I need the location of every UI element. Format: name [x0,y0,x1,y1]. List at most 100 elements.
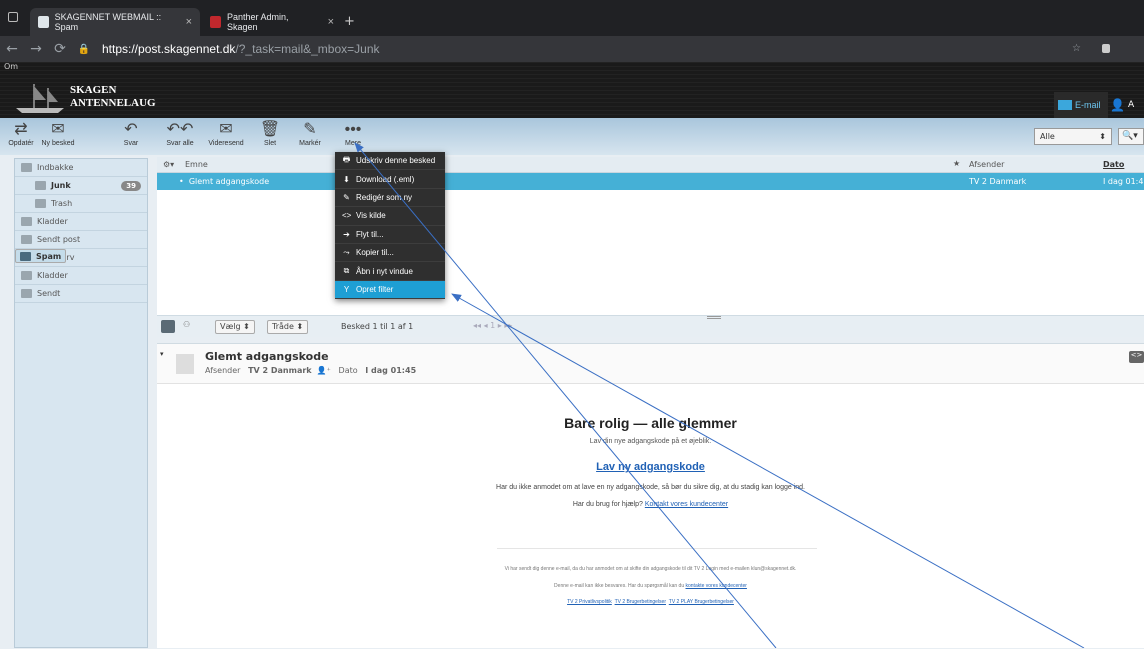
close-tab-icon[interactable]: × [328,16,334,28]
delete-button[interactable]: 🗑 Slet [258,120,282,147]
menu-copy-to[interactable]: ⤳ Kopier til... [335,244,445,263]
email-nav-tab[interactable]: E-mail [1054,92,1108,118]
pencil-icon: ✎ [343,192,350,202]
menu-download[interactable]: ⬇ Download (.eml) [335,170,445,189]
folder-junk[interactable]: Junk 39 [15,177,147,195]
terms-link[interactable]: TV 2 Brugerbetingelser [615,599,666,605]
footer-contact-link[interactable]: kontakte vores kundecenter [686,583,747,589]
col-date[interactable]: Dato [1103,160,1124,169]
message-row[interactable]: • Glemt adgangskode TV 2 Danmark I dag 0… [157,173,1144,190]
webmail-favicon-icon [38,16,49,28]
filter-select[interactable]: Alle ⬍ [1034,128,1112,145]
search-icon: 🔍▾ [1122,131,1138,141]
filter-icon: Y [343,284,350,294]
pencil-icon: ✎ [303,121,317,138]
forward-label: Videresend [208,140,244,147]
new-window-icon: ⧉ [343,266,350,276]
reply-button[interactable]: ↶ Svar [116,120,146,147]
more-button[interactable]: ••• Mere [340,120,366,147]
select-label: Vælg [220,322,241,331]
tab-panther-admin[interactable]: Panther Admin, Skagen × [202,8,342,36]
pagination[interactable]: ◂◂ ◂ 1 ▸ ▸▸ [473,321,512,330]
privacy-link[interactable]: TV 2 Privatlivspolitik [567,599,612,605]
folder-drafts[interactable]: Kladder [15,213,147,231]
menu-create-filter[interactable]: Y Opret filter [335,280,445,300]
menu-print[interactable]: 🖶 Udskriv denne besked [335,152,445,171]
folder-trash[interactable]: Trash [15,195,147,213]
extension-icon[interactable] [1102,44,1110,53]
message-date: I dag 01:45 [365,366,417,375]
source-toggle-icon[interactable]: <> [1129,351,1144,363]
menu-label: Kopier til... [356,248,394,258]
splitter-handle[interactable] [707,316,721,319]
back-icon[interactable]: ← [0,41,24,57]
refresh-button[interactable]: ⇄ Opdatér [6,120,36,147]
list-options-icon[interactable]: ⚙▾ [163,160,174,169]
panther-favicon-icon [210,16,221,28]
forward-button[interactable]: ✉ Videresend [204,120,248,147]
row-date: I dag 01:4 [1103,177,1144,186]
menu-label: Opret filter [356,284,394,294]
account-label: A [1127,100,1135,110]
folder-label: Junk [51,181,71,190]
search-options-button[interactable]: 🔍▾ [1118,128,1144,145]
folder-sidebar: Indbakke Junk 39 Trash Kladder Sendt post… [14,158,148,648]
reload-icon[interactable]: ⟳ [48,41,72,57]
folder-inbox[interactable]: Indbakke [15,159,147,177]
app-header: Om SKAGEN ANTENNELAUG E-mail 👤 A [0,62,1144,118]
threads-icon[interactable]: ⚇ [183,320,190,329]
forward-icon[interactable]: → [24,41,48,57]
menu-open-new-window[interactable]: ⧉ Åbn i nyt vindue [335,262,445,281]
url-field[interactable]: https://post.skagennet.dk/?_task=mail&_m… [102,42,380,56]
email-tab-label: E-mail [1075,100,1101,110]
folder-sent[interactable]: Sendt post [15,231,147,249]
address-bar: ← → ⟳ 🔒 https://post.skagennet.dk/?_task… [0,36,1144,62]
col-sender[interactable]: Afsender [969,160,1004,169]
tab-title: Panther Admin, Skagen [226,12,289,32]
row-subject-text: Glemt adgangskode [188,177,270,186]
refresh-label: Opdatér [8,140,34,147]
col-subject[interactable]: Emne [185,160,208,169]
folder-label: Sendt [37,289,61,298]
favorite-icon[interactable]: ☆ [1072,43,1081,54]
help-text: Har du brug for hjælp? [572,501,645,508]
folder-kladder[interactable]: Kladder [15,267,147,285]
footer-links: TV 2 Privatlivspolitik TV 2 Brugerbeting… [157,599,1144,605]
footer-line: Vi har sendt dig denne e-mail, da du har… [504,566,797,572]
inbox-icon [21,163,32,172]
sender-name[interactable]: TV 2 Danmark [248,366,312,375]
menu-edit-as-new[interactable]: ✎ Redigér som ny [335,189,445,208]
message-list-body [157,190,1144,315]
select-dropdown[interactable]: Vælg ⬍ [215,320,255,334]
folder-icon [21,271,32,280]
folder-sendt[interactable]: Sendt [15,285,147,303]
layout-icon[interactable] [161,320,175,333]
about-link[interactable]: Om [0,62,1144,74]
compose-button[interactable]: ✉ Ny besked [38,120,78,147]
mark-button[interactable]: ✎ Markér [296,120,324,147]
thread-dropdown[interactable]: Tråde ⬍ [267,320,309,334]
menu-move-to[interactable]: ➔ Flyt til... [335,226,445,244]
url-path: /?_task=mail&_mbox=Junk [235,42,380,56]
move-icon: ➔ [343,229,350,239]
new-tab-button[interactable]: + [344,14,355,29]
collapse-icon[interactable]: ▾ [160,350,164,358]
mark-label: Markér [299,140,321,147]
browser-menu-icon[interactable] [8,12,18,22]
contact-link[interactable]: Kontakt vores kundecenter [645,501,728,508]
play-terms-link[interactable]: TV 2 PLAY Brugerbetingelser [669,599,734,605]
account-menu[interactable]: 👤 A [1110,92,1144,118]
folder-spam[interactable]: Spam [15,249,67,263]
page-number: 1 [490,321,496,330]
close-tab-icon[interactable]: × [186,16,192,28]
add-contact-icon[interactable]: 👤⁺ [314,366,336,375]
menu-view-source[interactable]: <> Vis kilde [335,207,445,226]
logo-line: ANTENNELAUG [70,97,156,109]
reset-password-link[interactable]: Lav ny adgangskode [596,461,705,473]
reply-all-label: Svar alle [166,140,194,147]
reply-all-button[interactable]: ↶↶ Svar alle [162,120,198,147]
flag-column-icon: ★ [953,159,961,168]
envelope-icon [1058,100,1072,110]
tab-webmail[interactable]: SKAGENNET WEBMAIL :: Spam × [30,8,200,36]
logo-line: SKAGEN [70,84,117,96]
